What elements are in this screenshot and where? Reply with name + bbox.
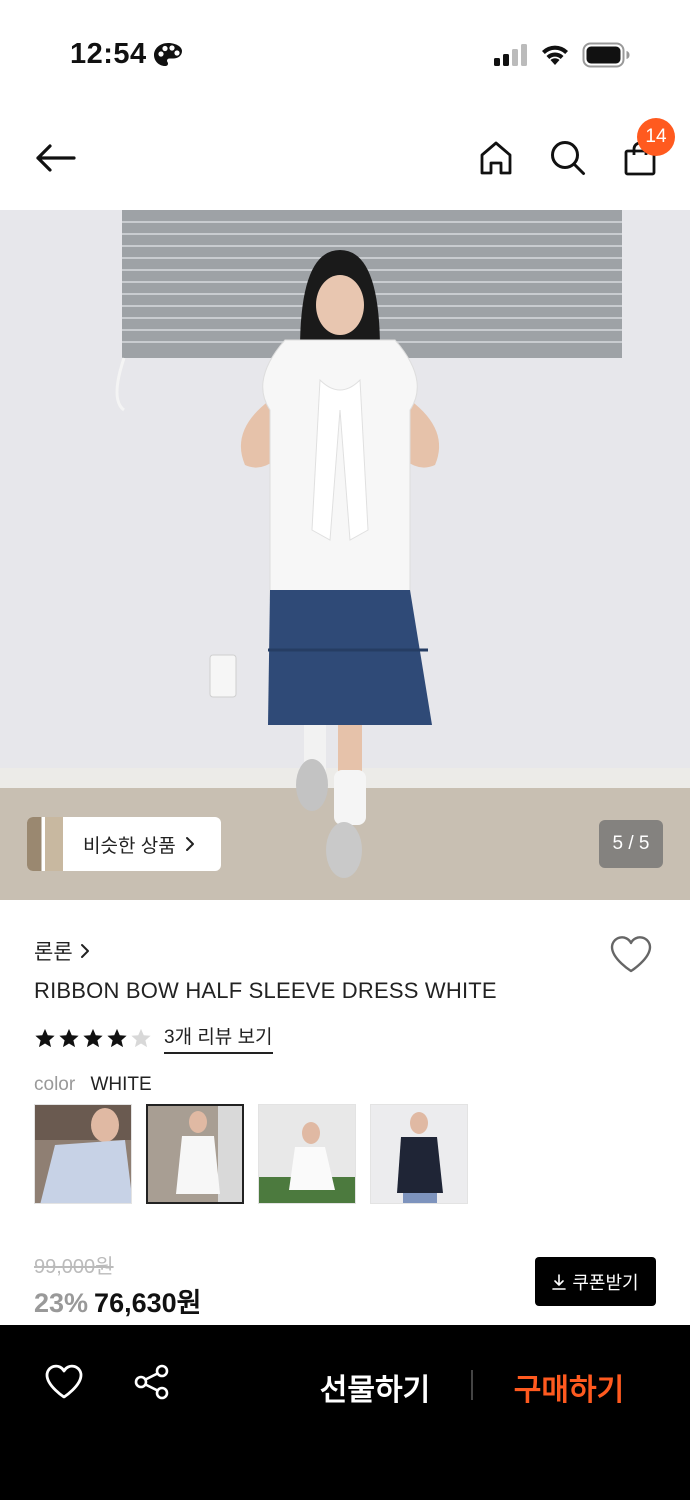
chevron-right-icon	[185, 837, 194, 851]
color-row: color WHITE	[34, 1074, 152, 1096]
brand-name: 론론	[34, 941, 73, 964]
color-swatch[interactable]	[258, 1104, 356, 1204]
white-dress-sitting-thumb	[259, 1105, 355, 1203]
signal-icon	[494, 44, 527, 66]
discount-rate: 23%	[34, 1288, 89, 1318]
product-image-carousel[interactable]	[0, 210, 690, 900]
sale-price: 76,630원	[94, 1288, 202, 1318]
arrow-left-icon	[36, 144, 76, 172]
star-filled-icon	[107, 1028, 127, 1048]
gift-button[interactable]: 선물하기	[300, 1365, 450, 1409]
product-photo	[0, 210, 690, 900]
top-nav	[0, 110, 690, 210]
star-filled-icon	[83, 1028, 103, 1048]
coupon-button[interactable]: 쿠폰받기	[535, 1257, 656, 1306]
light-blue-dress-thumb	[35, 1105, 131, 1203]
star-filled-icon	[35, 1028, 55, 1048]
rating-row: 3개 리뷰 보기	[34, 1022, 273, 1054]
home-button[interactable]	[474, 136, 518, 180]
color-swatch-selected[interactable]	[146, 1104, 244, 1204]
download-icon	[552, 1273, 567, 1290]
navy-dress-thumb	[371, 1105, 467, 1203]
home-icon	[480, 141, 512, 175]
product-title: RIBBON BOW HALF SLEEVE DRESS WHITE	[34, 978, 497, 1003]
action-divider	[471, 1370, 473, 1400]
share-button[interactable]	[132, 1363, 174, 1403]
coupon-label: 쿠폰받기	[572, 1272, 639, 1293]
wishlist-button[interactable]	[608, 933, 654, 975]
back-button[interactable]	[30, 138, 80, 178]
color-swatch[interactable]	[34, 1104, 132, 1204]
palette-icon	[154, 43, 182, 66]
similar-products-label: 비슷한 상품	[83, 835, 176, 857]
cart-count-badge: 14	[637, 118, 675, 156]
heart-icon	[610, 936, 652, 973]
bottom-wishlist-button[interactable]	[44, 1363, 86, 1403]
status-bar: 12:54	[0, 0, 690, 110]
chevron-right-icon	[80, 944, 89, 958]
color-value: WHITE	[90, 1074, 152, 1095]
heart-icon	[45, 1364, 83, 1399]
price-row: 23% 76,630원	[34, 1281, 201, 1320]
brand-link[interactable]: 론론	[34, 936, 91, 966]
similar-product-thumbnail	[27, 817, 63, 871]
star-empty-icon	[131, 1028, 151, 1048]
similar-products-button[interactable]: 비슷한 상품	[27, 817, 221, 871]
battery-icon	[582, 42, 630, 68]
image-page-indicator: 5 / 5	[599, 820, 663, 868]
original-price: 99,000원	[34, 1256, 114, 1278]
white-dress-thumb	[148, 1106, 242, 1202]
search-button[interactable]	[546, 136, 590, 180]
wifi-icon	[542, 45, 568, 65]
star-rating	[34, 1027, 152, 1049]
bottom-action-bar: 선물하기 구매하기	[0, 1325, 690, 1500]
color-label: color	[34, 1074, 76, 1095]
buy-button[interactable]: 구매하기	[494, 1365, 644, 1409]
color-swatches	[34, 1104, 468, 1204]
share-icon	[134, 1364, 169, 1400]
review-link[interactable]: 3개 리뷰 보기	[164, 1022, 273, 1054]
search-icon	[551, 141, 585, 175]
status-time: 12:54	[70, 38, 147, 70]
color-swatch[interactable]	[370, 1104, 468, 1204]
star-filled-icon	[59, 1028, 79, 1048]
